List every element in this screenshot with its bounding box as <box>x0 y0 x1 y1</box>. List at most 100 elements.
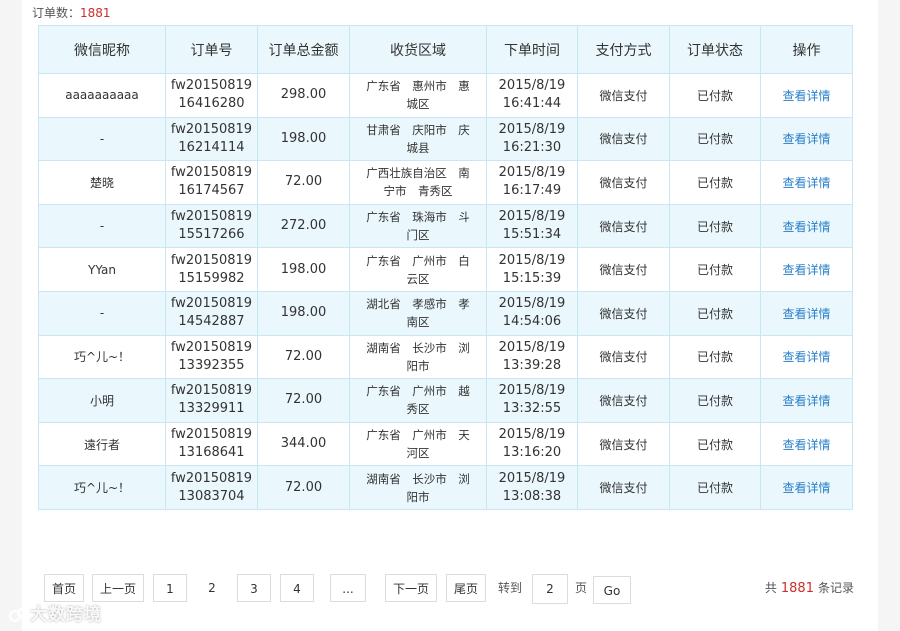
cell-action[interactable]: 查看详情 <box>760 160 853 205</box>
order-time: 16:21:30 <box>502 139 562 155</box>
order-no-part1: fw20150819 <box>170 339 253 355</box>
page-4-button[interactable]: 4 <box>280 574 314 602</box>
cell-action[interactable]: 查看详情 <box>760 290 853 336</box>
order-count-label: 订单数： <box>32 6 81 20</box>
nickname-text: - <box>99 131 105 146</box>
region-line2: 秀区 <box>406 402 430 417</box>
status-text: 已付款 <box>696 393 733 408</box>
view-details-link[interactable]: 查看详情 <box>782 263 830 277</box>
view-details-link[interactable]: 查看详情 <box>782 220 830 234</box>
cell-amount: 198.00 <box>257 290 350 336</box>
prev-page-button[interactable]: 上一页 <box>92 574 144 602</box>
goto-page-input[interactable] <box>532 574 568 604</box>
cell-nickname: aaaaaaaaaa <box>38 73 166 118</box>
order-date: 2015/8/19 <box>498 470 566 486</box>
view-details-link[interactable]: 查看详情 <box>782 89 830 103</box>
table-body: aaaaaaaaaa fw20150819 16416280 298.00 广东省 惠州… <box>38 73 853 510</box>
view-details-link[interactable]: 查看详情 <box>782 350 830 364</box>
cell-action[interactable]: 查看详情 <box>760 116 853 162</box>
first-page-button[interactable]: 首页 <box>44 574 84 602</box>
cell-status: 已付款 <box>669 378 761 423</box>
cell-action[interactable]: 查看详情 <box>760 73 853 118</box>
cell-action[interactable]: 查看详情 <box>760 465 853 510</box>
table-row: - fw20150819 15517266 272.00 广东省 珠海市 斗门区 2015… <box>38 203 853 249</box>
payment-text: 微信支付 <box>599 306 648 321</box>
cell-order-time: 2015/8/19 16:41:44 <box>486 73 578 118</box>
table-row: - fw20150819 14542887 198.00 湖北省 孝感市 孝南区 2015… <box>38 290 853 336</box>
cell-region: 广东省 惠州市 惠城区 <box>349 73 487 118</box>
region-line2: 云区 <box>406 271 430 286</box>
nickname-text: 楚晓 <box>89 175 114 190</box>
last-page-button[interactable]: 尾页 <box>446 574 486 602</box>
header-amount: 订单总金额 <box>257 25 350 74</box>
cell-order-time: 2015/8/19 13:08:38 <box>486 465 578 510</box>
amount-text: 72.00 <box>284 348 323 364</box>
cell-region: 广西壮族自治区 南宁市 青秀区 <box>349 160 487 205</box>
view-details-link[interactable]: 查看详情 <box>782 307 830 321</box>
cell-status: 已付款 <box>669 116 761 162</box>
cell-payment: 微信支付 <box>577 160 670 205</box>
total-suffix: 条记录 <box>817 581 854 595</box>
cell-action[interactable]: 查看详情 <box>760 203 853 249</box>
region-line1: 广东省 惠州市 惠 <box>366 79 470 94</box>
page-3-button[interactable]: 3 <box>237 574 271 602</box>
order-no-part1: fw20150819 <box>170 470 253 486</box>
view-details-link[interactable]: 查看详情 <box>782 481 830 495</box>
cell-order-time: 2015/8/19 13:39:28 <box>486 334 578 380</box>
region-line2: 门区 <box>406 228 430 243</box>
page-1-button[interactable]: 1 <box>153 574 187 602</box>
cell-action[interactable]: 查看详情 <box>760 378 853 423</box>
order-no-part2: 14542887 <box>178 314 245 330</box>
watermark-logo-icon <box>8 607 28 623</box>
cell-amount: 72.00 <box>257 378 350 423</box>
more-pages-button[interactable]: ... <box>330 574 366 602</box>
view-details-link[interactable]: 查看详情 <box>782 394 830 408</box>
region-line1: 甘肃省 庆阳市 庆 <box>366 122 470 137</box>
status-text: 已付款 <box>696 132 733 147</box>
watermark: 大数跨境 <box>8 600 102 626</box>
cell-order-no: fw20150819 13392355 <box>165 334 258 380</box>
cell-amount: 72.00 <box>257 465 350 510</box>
order-time: 13:16:20 <box>502 445 562 461</box>
cell-action[interactable]: 查看详情 <box>760 247 853 292</box>
view-details-link[interactable]: 查看详情 <box>782 176 830 190</box>
view-details-link[interactable]: 查看详情 <box>782 132 830 146</box>
cell-action[interactable]: 查看详情 <box>760 421 853 467</box>
region-line2: 河区 <box>406 446 430 461</box>
status-text: 已付款 <box>696 350 733 365</box>
table-header-row: 微信昵称 订单号 订单总金额 收货区域 下单时间 支付方式 订单状态 操作 <box>38 25 853 74</box>
cell-order-no: fw20150819 15517266 <box>165 203 258 249</box>
order-no-part1: fw20150819 <box>170 78 253 94</box>
cell-order-no: fw20150819 13168641 <box>165 421 258 467</box>
go-button[interactable]: Go <box>593 576 631 604</box>
view-details-link[interactable]: 查看详情 <box>782 438 830 452</box>
amount-text: 272.00 <box>280 218 327 234</box>
cell-region: 广东省 珠海市 斗门区 <box>349 203 487 249</box>
cell-status: 已付款 <box>669 247 761 292</box>
table-row: - fw20150819 16214114 198.00 甘肃省 庆阳市 庆城县 2015… <box>38 116 853 162</box>
total-prefix: 共 <box>764 581 777 595</box>
order-date: 2015/8/19 <box>498 252 566 268</box>
region-line1: 广东省 珠海市 斗 <box>366 210 470 225</box>
cell-region: 湖南省 长沙市 浏阳市 <box>349 334 487 380</box>
cell-region: 湖南省 长沙市 浏阳市 <box>349 465 487 510</box>
payment-text: 微信支付 <box>599 219 648 234</box>
cell-region: 广东省 广州市 越秀区 <box>349 378 487 423</box>
goto-label: 转到 <box>498 581 523 595</box>
watermark-text: 大数跨境 <box>30 605 102 625</box>
order-date: 2015/8/19 <box>498 427 566 443</box>
next-page-button[interactable]: 下一页 <box>385 574 437 602</box>
cell-status: 已付款 <box>669 73 761 118</box>
region-line1: 湖南省 长沙市 浏 <box>366 340 470 355</box>
header-action: 操作 <box>760 25 853 74</box>
cell-payment: 微信支付 <box>577 290 670 336</box>
cell-payment: 微信支付 <box>577 378 670 423</box>
cell-payment: 微信支付 <box>577 421 670 467</box>
cell-status: 已付款 <box>669 290 761 336</box>
page-2-current: 2 <box>208 581 216 595</box>
cell-amount: 72.00 <box>257 160 350 205</box>
cell-action[interactable]: 查看详情 <box>760 334 853 380</box>
cell-nickname: 楚晓 <box>38 160 166 205</box>
order-date: 2015/8/19 <box>498 165 566 181</box>
order-no-part2: 13168641 <box>178 445 245 461</box>
